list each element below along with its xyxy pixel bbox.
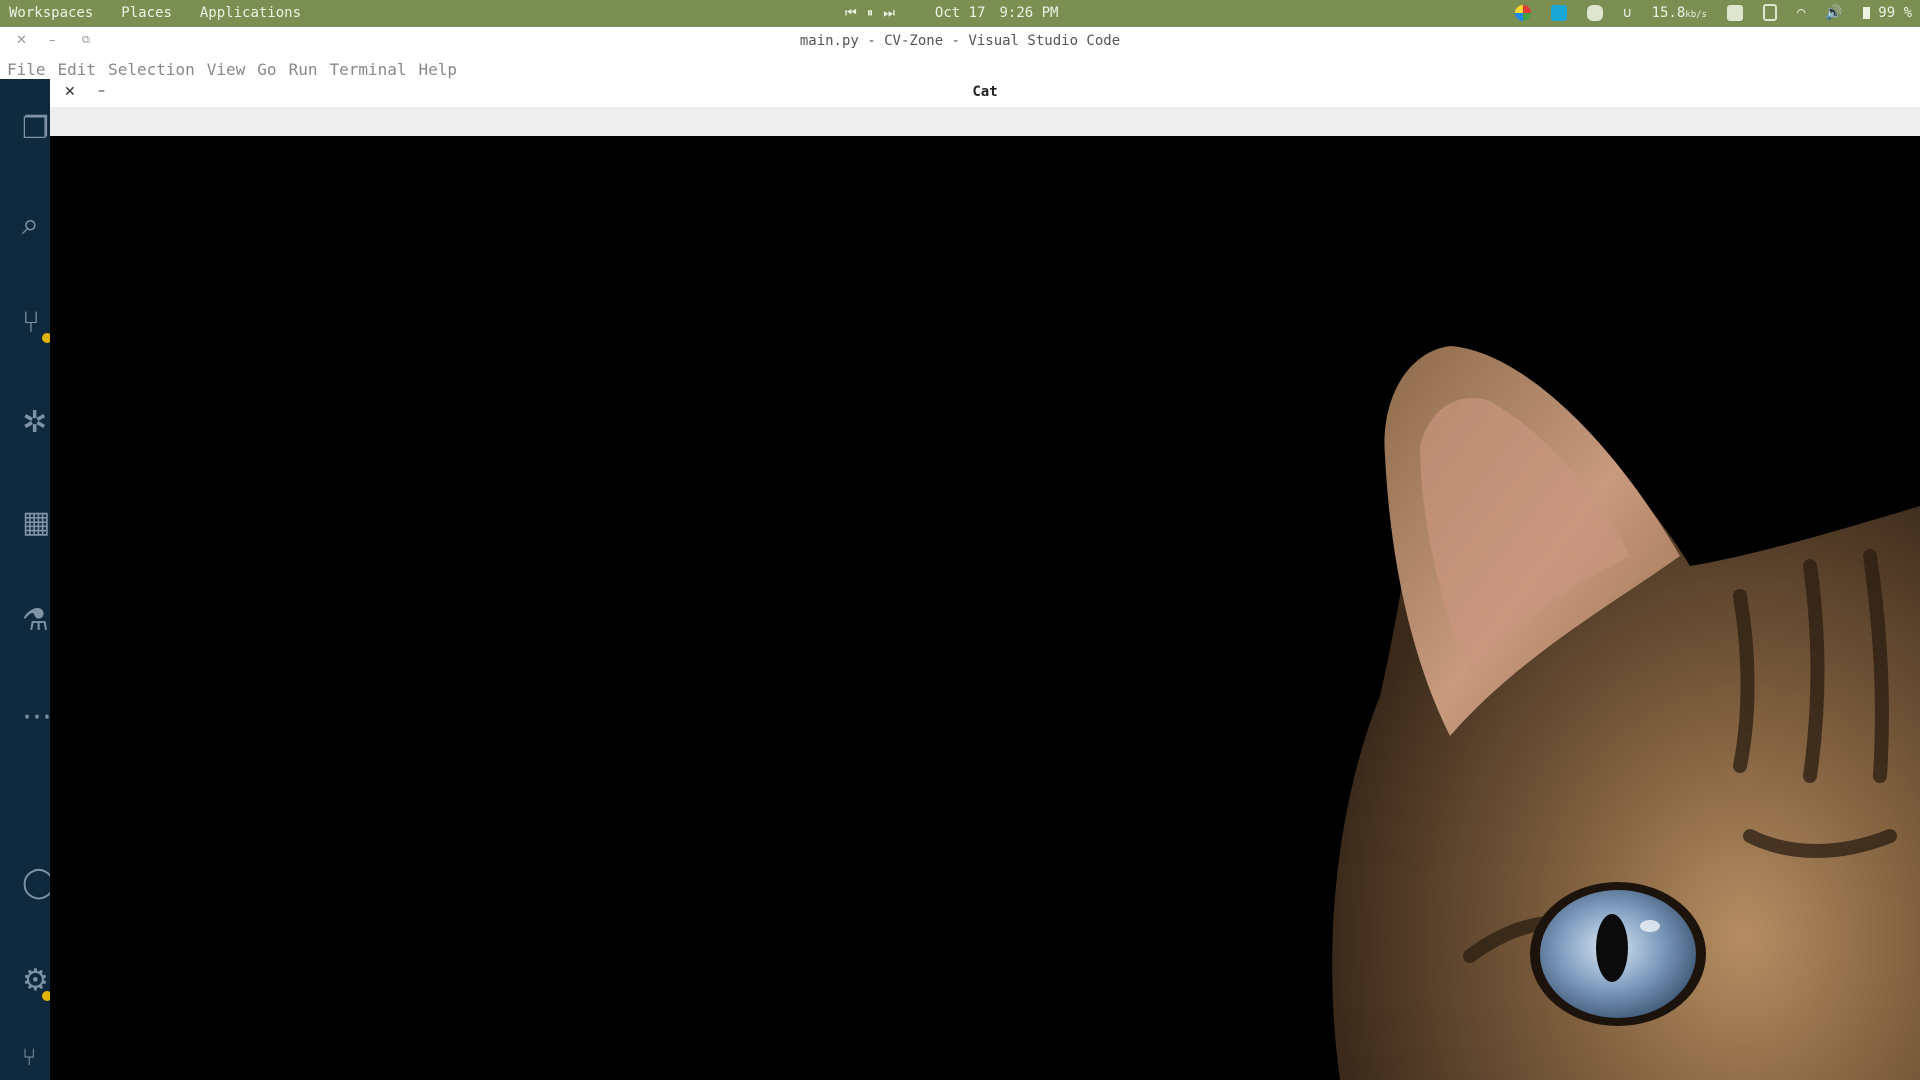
cat-eye-highlight xyxy=(1640,920,1660,932)
media-prev-icon[interactable]: ⏮ xyxy=(845,6,857,21)
applications-menu[interactable]: Applications xyxy=(200,5,301,21)
menu-run[interactable]: Run xyxy=(289,60,318,79)
activity-bar: ❐ ⌕ ⑂ ✲ ▦ ⚗ ⋯ ◯ ⚙ ⑂ xyxy=(0,79,50,1080)
source-control-icon[interactable]: ⑂ xyxy=(22,305,50,343)
image-window-title-bar: ✕ – Cat xyxy=(50,79,1920,108)
network-speed: 15.8kb/s xyxy=(1652,5,1707,21)
menu-bar: File Edit Selection View Go Run Terminal… xyxy=(0,57,1920,79)
explorer-icon[interactable]: ❐ xyxy=(22,111,50,147)
net-speed-unit: kb/s xyxy=(1685,9,1707,20)
menu-view[interactable]: View xyxy=(207,60,246,79)
menu-go[interactable]: Go xyxy=(257,60,276,79)
media-pause-icon[interactable]: ⏸ xyxy=(867,6,874,21)
battery-percent: 99 % xyxy=(1878,4,1912,21)
net-speed-value: 15.8 xyxy=(1651,4,1686,21)
media-next-icon[interactable]: ⏭ xyxy=(883,6,895,21)
branch-icon[interactable]: ⑂ xyxy=(22,1039,50,1075)
system-top-bar: Workspaces Places Applications ⏮ ⏸ ⏭ Oct… xyxy=(0,0,1920,27)
colorful-app-icon[interactable] xyxy=(1515,4,1532,21)
clock-date[interactable]: Oct 17 xyxy=(935,5,986,21)
discord-icon[interactable] xyxy=(1587,4,1604,21)
display-icon[interactable] xyxy=(1726,4,1743,21)
cat-illustration xyxy=(1332,346,1920,1080)
window-title: main.py - CV-Zone - Visual Studio Code xyxy=(799,33,1121,49)
menu-terminal[interactable]: Terminal xyxy=(329,60,406,79)
magnet-icon[interactable]: ∪ xyxy=(1623,5,1631,21)
search-icon[interactable]: ⌕ xyxy=(22,207,50,243)
clock-time[interactable]: 9:26 PM xyxy=(999,5,1058,21)
volume-icon[interactable]: 🔊 xyxy=(1825,5,1842,21)
cat-photo xyxy=(50,136,1920,1080)
places-menu[interactable]: Places xyxy=(121,5,172,21)
chat-app-icon[interactable] xyxy=(1551,4,1568,21)
settings-icon[interactable]: ⚙ xyxy=(22,963,50,1001)
workspaces-menu[interactable]: Workspaces xyxy=(9,5,93,21)
menu-file[interactable]: File xyxy=(7,60,46,79)
more-icon[interactable]: ⋯ xyxy=(22,699,50,735)
extensions-icon[interactable]: ▦ xyxy=(22,505,50,541)
testing-icon[interactable]: ⚗ xyxy=(22,603,50,639)
image-window: ✕ – Cat xyxy=(50,79,1920,1080)
battery-icon xyxy=(1862,6,1870,19)
wifi-icon[interactable]: ◠ xyxy=(1797,5,1805,21)
cat-eye-pupil xyxy=(1596,914,1628,982)
battery-status[interactable]: 99 % xyxy=(1862,4,1912,21)
vscode-title-bar: ✕ – ⧉ main.py - CV-Zone - Visual Studio … xyxy=(0,27,1920,57)
account-icon[interactable]: ◯ xyxy=(22,865,50,901)
clipboard-icon[interactable] xyxy=(1762,4,1777,21)
menu-edit[interactable]: Edit xyxy=(58,60,97,79)
image-window-toolbar xyxy=(50,108,1920,136)
run-debug-icon[interactable]: ✲ xyxy=(22,405,50,441)
menu-selection[interactable]: Selection xyxy=(108,60,195,79)
image-window-title: Cat xyxy=(972,84,998,100)
menu-help[interactable]: Help xyxy=(419,60,458,79)
